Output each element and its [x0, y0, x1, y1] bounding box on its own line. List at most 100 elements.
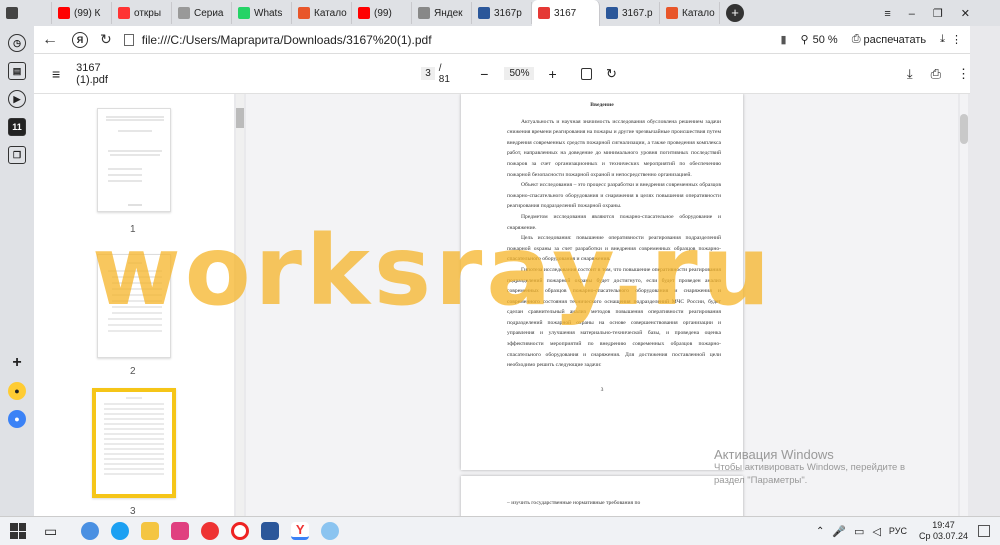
windows-taskbar: ▭ Y ⌃ 🎤 ▭ ◁ РУС 19:47 Ср 03.07.24: [0, 516, 1000, 545]
file-explorer-icon[interactable]: [141, 522, 160, 540]
tab-label: Сериа: [194, 7, 224, 19]
thumbnail-page-1[interactable]: [97, 108, 171, 212]
tab-label: Катало: [682, 7, 715, 19]
print-pdf-icon[interactable]: ⎙: [931, 66, 941, 82]
account-icon[interactable]: ●: [8, 410, 26, 428]
doc-icon: [478, 7, 490, 19]
paragraph-5: Гипотеза исследования состоит в том, что…: [507, 266, 721, 369]
url-field[interactable]: file:///C:/Users/Маргарита/Downloads/316…: [142, 33, 781, 47]
play-icon[interactable]: ▶: [8, 90, 26, 108]
media-app-icon[interactable]: [171, 522, 190, 540]
tray-arrow-icon[interactable]: ⌃: [816, 526, 824, 537]
page-total: / 81: [438, 62, 450, 85]
notifications-icon[interactable]: [978, 525, 990, 537]
edge-icon[interactable]: [111, 522, 130, 540]
zoom-in-icon[interactable]: +: [548, 66, 556, 82]
pdf-filename: 3167 (1).pdf: [76, 61, 108, 86]
browser-tab[interactable]: Сериа: [172, 2, 232, 24]
hamburger-icon[interactable]: ≡: [52, 66, 60, 82]
sidebar-scrollbar[interactable]: [236, 94, 244, 516]
browser-side-panel: ◷ ▤ ▶ 11 ❐ + ● ●: [0, 26, 34, 516]
browser-tab[interactable]: Катало: [292, 2, 352, 24]
address-bar: ← Я ↻ file:///C:/Users/Маргарита/Downloa…: [34, 26, 970, 54]
document-scrollbar[interactable]: [960, 94, 968, 516]
browser-tab[interactable]: (99) К: [52, 2, 112, 24]
download-pdf-icon[interactable]: ⤓: [907, 66, 913, 82]
browser-tab[interactable]: (99): [352, 2, 412, 24]
yandex-app-icon[interactable]: Y: [291, 522, 310, 540]
doc-icon: [606, 7, 618, 19]
zoom-out-icon[interactable]: −: [480, 66, 488, 82]
cloud-app-icon[interactable]: [81, 522, 100, 540]
download-icon[interactable]: ⤓: [940, 33, 945, 46]
task-view-icon[interactable]: ▭: [44, 523, 57, 540]
bookmark-icon[interactable]: ▮: [780, 33, 786, 46]
reload-icon[interactable]: ↻: [100, 31, 112, 48]
activation-line-1: Чтобы активировать Windows, перейдите в: [714, 462, 906, 473]
pdf-toolbar: ≡ 3167 (1).pdf 3 / 81 − 50% + ↻ ⤓ ⎙ ⋮: [34, 54, 970, 94]
speaker-icon: [6, 7, 18, 19]
pdf-page-4: – изучить государственные нормативные тр…: [461, 476, 743, 516]
activation-title: Активация Windows: [714, 447, 834, 462]
youtube-icon: [358, 7, 370, 19]
rotate-icon[interactable]: ↻: [606, 66, 617, 82]
copy-icon[interactable]: ❐: [8, 146, 26, 164]
browser-tab[interactable]: 3167р: [472, 2, 532, 24]
paragraph-4: Цель исследования: повышение оперативнос…: [507, 235, 721, 263]
paragraph-2: Объект исследования – это процесс разраб…: [507, 182, 721, 210]
tab-label: 3167.р: [622, 7, 653, 19]
whatsapp-icon: [238, 7, 250, 19]
back-icon[interactable]: ←: [42, 31, 58, 49]
tab-label: Whats: [254, 7, 283, 19]
thumbnail-content-1: [106, 116, 164, 206]
start-icon[interactable]: [10, 523, 26, 539]
print-button[interactable]: распечатать: [864, 34, 927, 46]
pdf-page-3: Введение Актуальность и научная значимос…: [461, 94, 743, 470]
browser-tab[interactable]: 3167: [532, 0, 600, 26]
volume-icon[interactable]: ◁: [872, 525, 880, 538]
thumbnail-label-2: 2: [130, 366, 136, 377]
mic-icon[interactable]: 🎤: [832, 525, 846, 538]
more-icon[interactable]: ⋮: [957, 66, 970, 82]
alice-icon[interactable]: ●: [8, 382, 26, 400]
browser-tab[interactable]: Катало: [660, 2, 720, 24]
print-icon[interactable]: ⎙: [852, 33, 861, 46]
language-indicator[interactable]: РУС: [889, 526, 907, 536]
tab-label: 3167р: [494, 7, 522, 19]
menu-icon[interactable]: ⋮: [951, 33, 962, 46]
pdf-icon: [538, 7, 550, 19]
browser-tab[interactable]: Whats: [232, 2, 292, 24]
browser-tab[interactable]: 3167.р: [600, 2, 660, 24]
activation-line-2: раздел "Параметры".: [714, 475, 808, 486]
browser-tab-bar: (99) К откры Сериа Whats Катало (99) Яндек 3167…: [0, 0, 1000, 26]
network-icon[interactable]: ▭: [854, 525, 864, 538]
add-icon[interactable]: +: [8, 354, 26, 372]
word-icon[interactable]: [261, 522, 280, 540]
browser-tab[interactable]: откры: [112, 2, 172, 24]
tab-label: откры: [134, 7, 162, 19]
paint-icon[interactable]: [321, 522, 340, 540]
browser-tab[interactable]: Яндек: [412, 2, 472, 24]
zoom-field[interactable]: 50%: [504, 67, 535, 80]
clock-icon[interactable]: ◷: [8, 34, 26, 52]
page-heading: Введение: [590, 102, 614, 108]
tab-label: (99) К: [74, 7, 101, 19]
clock[interactable]: 19:47 Ср 03.07.24: [919, 520, 968, 542]
yandex-browser-icon[interactable]: [201, 522, 220, 540]
window-controls[interactable]: ≡–❐✕: [884, 7, 988, 20]
zoom-search-icon[interactable]: ⚲: [801, 33, 809, 46]
opera-icon[interactable]: [231, 522, 250, 540]
calendar-icon[interactable]: 11: [8, 118, 26, 136]
tabs-icon[interactable]: ▤: [8, 62, 26, 80]
clock-date: Ср 03.07.24: [918, 531, 968, 541]
paragraph-1: Актуальность и научная значимость исслед…: [507, 118, 721, 178]
thumbnail-page-3[interactable]: [92, 388, 176, 498]
new-tab-button[interactable]: +: [726, 4, 744, 22]
yandex-icon[interactable]: Я: [72, 31, 88, 48]
store-icon: [298, 7, 310, 19]
fit-page-icon[interactable]: [580, 67, 592, 80]
zoom-level[interactable]: 50 %: [813, 34, 838, 46]
page-input[interactable]: 3: [421, 67, 435, 80]
browser-tab[interactable]: [0, 2, 52, 24]
thumbnail-page-2[interactable]: [97, 254, 171, 358]
